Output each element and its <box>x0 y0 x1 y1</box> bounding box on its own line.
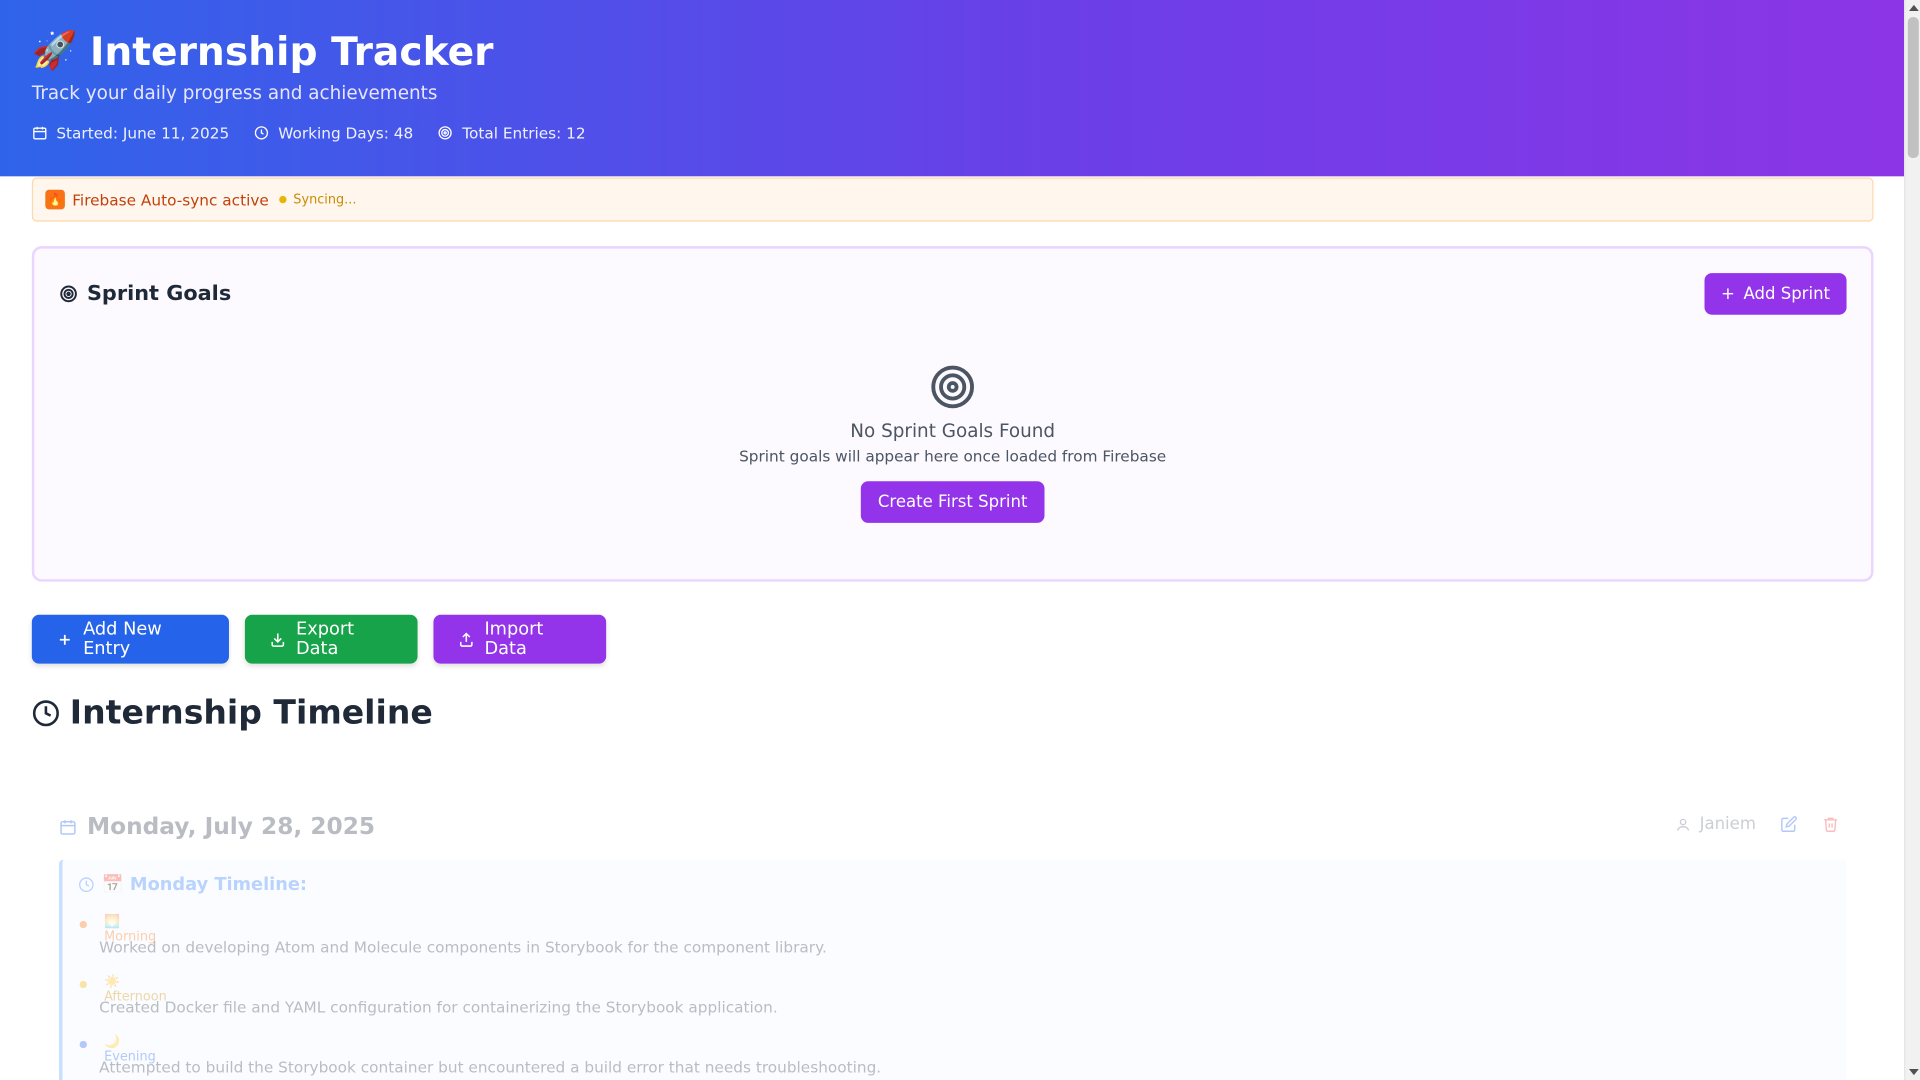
add-sprint-label: Add Sprint <box>1743 284 1831 304</box>
evening-dot <box>79 1040 87 1049</box>
sprint-goals-header: Sprint Goals <box>59 282 231 306</box>
create-first-sprint-button[interactable]: Create First Sprint <box>860 481 1045 523</box>
slot-desc: Worked on developing Atom and Molecule c… <box>99 937 827 957</box>
add-new-entry-button[interactable]: Add New Entry <box>31 614 229 664</box>
sync-label: Firebase Auto-sync active <box>72 190 269 209</box>
title-row: 🚀 Internship Tracker <box>32 29 494 73</box>
target-icon <box>60 285 77 303</box>
rocket-icon: 🚀 <box>31 29 78 73</box>
target-icon <box>439 126 453 140</box>
clock-icon <box>79 877 94 892</box>
calendar-icon <box>33 126 47 140</box>
panel-header: 📅 Monday Timeline: <box>78 874 307 895</box>
download-icon <box>271 632 285 647</box>
stat-total-entries: Total Entries: 12 <box>438 124 586 142</box>
day-timeline-panel: 📅 Monday Timeline: 🌅 Morning Worked on d… <box>58 859 1847 1080</box>
empty-title: No Sprint Goals Found <box>850 420 1056 443</box>
user-icon <box>1677 818 1690 831</box>
plus-icon: + <box>1721 284 1735 304</box>
stats-bar: Started: June 11, 2025 Working Days: 48 … <box>32 124 586 142</box>
export-data-button[interactable]: Export Data <box>244 614 418 664</box>
slot-desc: Created Docker file and YAML configurati… <box>99 997 778 1017</box>
empty-text: Sprint goals will appear here once loade… <box>739 446 1167 466</box>
trash-icon[interactable] <box>1822 816 1839 833</box>
scrollbar-thumb[interactable] <box>1907 17 1919 158</box>
import-data-button[interactable]: Import Data <box>433 614 607 664</box>
stat-working-days: Working Days: 48 <box>254 124 413 142</box>
panel-title: 📅 Monday Timeline: <box>101 875 308 896</box>
slot-desc: Attempted to build the Storybook contain… <box>99 1057 882 1077</box>
entry-author-name: Janiem <box>1699 814 1756 834</box>
sync-banner: 🔥 Firebase Auto-sync active Syncing... <box>31 177 1874 222</box>
upload-icon <box>459 631 473 647</box>
page-title: Internship Tracker <box>89 28 494 75</box>
timeline-header: Internship Timeline <box>32 694 433 732</box>
timeline-entry: Monday, July 28, 2025 Janiem 📅 Monday Ti… <box>32 784 1874 1080</box>
clock-icon <box>255 126 269 140</box>
export-data-label: Export Data <box>295 619 355 659</box>
entry-author: Janiem <box>1675 814 1756 834</box>
clock-icon <box>32 700 59 727</box>
page-subtitle: Track your daily progress and achievemen… <box>31 82 438 105</box>
add-sprint-button[interactable]: + Add Sprint <box>1704 273 1847 315</box>
scroll-down-arrow-icon[interactable] <box>1908 1068 1919 1076</box>
entry-date-row: Monday, July 28, 2025 <box>59 813 375 840</box>
stat-working-days-label: Working Days: 48 <box>278 123 414 143</box>
import-data-label: Import Data <box>484 619 544 659</box>
morning-dot <box>79 920 87 929</box>
stat-started: Started: June 11, 2025 <box>32 124 229 142</box>
sprint-empty-state: No Sprint Goals Found Sprint goals will … <box>34 364 1871 523</box>
add-new-entry-label: Add New Entry <box>83 619 162 659</box>
afternoon-dot <box>79 980 87 989</box>
sync-status-dot <box>278 195 286 204</box>
app-root: 🚀 Internship Tracker Track your daily pr… <box>0 0 1920 1080</box>
entry-date: Monday, July 28, 2025 <box>86 813 376 841</box>
calendar-icon <box>60 819 76 835</box>
vertical-scrollbar[interactable] <box>1904 0 1920 1080</box>
sprint-goals-title: Sprint Goals <box>86 281 232 307</box>
sync-status: Syncing... <box>293 192 357 207</box>
plus-icon <box>59 634 70 645</box>
scroll-up-arrow-icon[interactable] <box>1908 4 1919 12</box>
sprint-goals-card: Sprint Goals + Add Sprint No Sprint Goal… <box>31 246 1874 582</box>
timeline-title: Internship Timeline <box>69 694 433 733</box>
target-icon <box>931 365 974 409</box>
stat-started-label: Started: June 11, 2025 <box>56 123 230 143</box>
page-header: 🚀 Internship Tracker Track your daily pr… <box>0 0 1905 177</box>
stat-total-entries-label: Total Entries: 12 <box>462 123 586 143</box>
edit-icon[interactable] <box>1780 816 1797 833</box>
action-buttons: Add New Entry Export Data Import Data <box>31 614 607 664</box>
fire-icon: 🔥 <box>45 189 65 210</box>
